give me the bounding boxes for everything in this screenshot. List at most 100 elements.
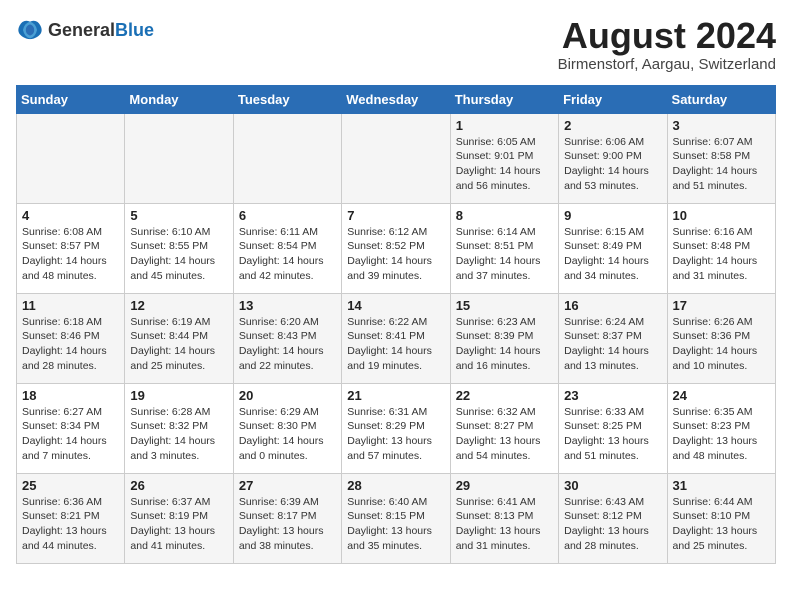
day-number: 12 [130, 298, 227, 313]
header-day-sunday: Sunday [17, 85, 125, 113]
cell-content: Sunset: 8:54 PM [239, 239, 336, 254]
day-number: 15 [456, 298, 553, 313]
day-number: 9 [564, 208, 661, 223]
calendar-cell [342, 113, 450, 203]
cell-content: Sunrise: 6:28 AM [130, 405, 227, 420]
calendar-cell [17, 113, 125, 203]
day-number: 27 [239, 478, 336, 493]
cell-content: Daylight: 14 hours and 19 minutes. [347, 344, 444, 373]
cell-content: Daylight: 14 hours and 42 minutes. [239, 254, 336, 283]
cell-content: Sunrise: 6:44 AM [673, 495, 770, 510]
calendar-cell: 15Sunrise: 6:23 AMSunset: 8:39 PMDayligh… [450, 293, 558, 383]
week-row-3: 11Sunrise: 6:18 AMSunset: 8:46 PMDayligh… [17, 293, 776, 383]
cell-content: Sunrise: 6:11 AM [239, 225, 336, 240]
cell-content: Daylight: 14 hours and 34 minutes. [564, 254, 661, 283]
day-number: 21 [347, 388, 444, 403]
cell-content: Sunrise: 6:16 AM [673, 225, 770, 240]
cell-content: Sunset: 8:58 PM [673, 149, 770, 164]
cell-content: Daylight: 14 hours and 22 minutes. [239, 344, 336, 373]
day-number: 17 [673, 298, 770, 313]
week-row-1: 1Sunrise: 6:05 AMSunset: 9:01 PMDaylight… [17, 113, 776, 203]
day-number: 19 [130, 388, 227, 403]
cell-content: Sunset: 8:36 PM [673, 329, 770, 344]
cell-content: Daylight: 14 hours and 56 minutes. [456, 164, 553, 193]
cell-content: Daylight: 14 hours and 7 minutes. [22, 434, 119, 463]
cell-content: Daylight: 13 hours and 48 minutes. [673, 434, 770, 463]
cell-content: Sunrise: 6:26 AM [673, 315, 770, 330]
title-block: August 2024 Birmenstorf, Aargau, Switzer… [558, 16, 776, 73]
cell-content: Sunrise: 6:10 AM [130, 225, 227, 240]
cell-content: Sunrise: 6:33 AM [564, 405, 661, 420]
day-number: 14 [347, 298, 444, 313]
day-number: 20 [239, 388, 336, 403]
cell-content: Sunset: 8:19 PM [130, 509, 227, 524]
cell-content: Sunset: 8:15 PM [347, 509, 444, 524]
day-number: 13 [239, 298, 336, 313]
calendar-cell: 21Sunrise: 6:31 AMSunset: 8:29 PMDayligh… [342, 383, 450, 473]
calendar-cell [125, 113, 233, 203]
cell-content: Sunrise: 6:06 AM [564, 135, 661, 150]
day-number: 23 [564, 388, 661, 403]
day-number: 29 [456, 478, 553, 493]
cell-content: Sunset: 8:41 PM [347, 329, 444, 344]
calendar-cell: 25Sunrise: 6:36 AMSunset: 8:21 PMDayligh… [17, 473, 125, 563]
cell-content: Sunset: 8:23 PM [673, 419, 770, 434]
calendar-cell: 30Sunrise: 6:43 AMSunset: 8:12 PMDayligh… [559, 473, 667, 563]
calendar-cell: 7Sunrise: 6:12 AMSunset: 8:52 PMDaylight… [342, 203, 450, 293]
calendar-cell: 18Sunrise: 6:27 AMSunset: 8:34 PMDayligh… [17, 383, 125, 473]
calendar-cell: 8Sunrise: 6:14 AMSunset: 8:51 PMDaylight… [450, 203, 558, 293]
days-header-row: SundayMondayTuesdayWednesdayThursdayFrid… [17, 85, 776, 113]
calendar-cell: 12Sunrise: 6:19 AMSunset: 8:44 PMDayligh… [125, 293, 233, 383]
cell-content: Sunrise: 6:35 AM [673, 405, 770, 420]
day-number: 4 [22, 208, 119, 223]
calendar-cell [233, 113, 341, 203]
calendar-cell: 9Sunrise: 6:15 AMSunset: 8:49 PMDaylight… [559, 203, 667, 293]
cell-content: Sunset: 8:37 PM [564, 329, 661, 344]
header-day-monday: Monday [125, 85, 233, 113]
calendar-cell: 31Sunrise: 6:44 AMSunset: 8:10 PMDayligh… [667, 473, 775, 563]
cell-content: Daylight: 13 hours and 28 minutes. [564, 524, 661, 553]
week-row-5: 25Sunrise: 6:36 AMSunset: 8:21 PMDayligh… [17, 473, 776, 563]
cell-content: Daylight: 14 hours and 48 minutes. [22, 254, 119, 283]
cell-content: Sunset: 9:01 PM [456, 149, 553, 164]
cell-content: Sunset: 8:51 PM [456, 239, 553, 254]
header-day-saturday: Saturday [667, 85, 775, 113]
cell-content: Daylight: 13 hours and 54 minutes. [456, 434, 553, 463]
cell-content: Sunset: 8:46 PM [22, 329, 119, 344]
calendar-cell: 16Sunrise: 6:24 AMSunset: 8:37 PMDayligh… [559, 293, 667, 383]
day-number: 16 [564, 298, 661, 313]
cell-content: Sunset: 8:48 PM [673, 239, 770, 254]
calendar-cell: 26Sunrise: 6:37 AMSunset: 8:19 PMDayligh… [125, 473, 233, 563]
cell-content: Sunset: 8:30 PM [239, 419, 336, 434]
location-subtitle: Birmenstorf, Aargau, Switzerland [558, 56, 776, 73]
cell-content: Daylight: 14 hours and 25 minutes. [130, 344, 227, 373]
calendar-cell: 20Sunrise: 6:29 AMSunset: 8:30 PMDayligh… [233, 383, 341, 473]
cell-content: Daylight: 14 hours and 10 minutes. [673, 344, 770, 373]
calendar-cell: 22Sunrise: 6:32 AMSunset: 8:27 PMDayligh… [450, 383, 558, 473]
cell-content: Sunrise: 6:08 AM [22, 225, 119, 240]
header-day-thursday: Thursday [450, 85, 558, 113]
day-number: 25 [22, 478, 119, 493]
calendar-cell: 11Sunrise: 6:18 AMSunset: 8:46 PMDayligh… [17, 293, 125, 383]
cell-content: Daylight: 14 hours and 31 minutes. [673, 254, 770, 283]
cell-content: Sunrise: 6:31 AM [347, 405, 444, 420]
logo-icon [16, 16, 44, 44]
cell-content: Sunrise: 6:27 AM [22, 405, 119, 420]
cell-content: Sunset: 9:00 PM [564, 149, 661, 164]
cell-content: Sunset: 8:13 PM [456, 509, 553, 524]
cell-content: Daylight: 14 hours and 53 minutes. [564, 164, 661, 193]
day-number: 22 [456, 388, 553, 403]
cell-content: Daylight: 13 hours and 57 minutes. [347, 434, 444, 463]
cell-content: Sunrise: 6:07 AM [673, 135, 770, 150]
calendar-cell: 27Sunrise: 6:39 AMSunset: 8:17 PMDayligh… [233, 473, 341, 563]
calendar-cell: 17 Sunrise: 6:26 AMSunset: 8:36 PMDayligh… [667, 293, 775, 383]
cell-content: Sunset: 8:55 PM [130, 239, 227, 254]
cell-content: Sunrise: 6:19 AM [130, 315, 227, 330]
cell-content: Sunrise: 6:20 AM [239, 315, 336, 330]
cell-content: Sunrise: 6:32 AM [456, 405, 553, 420]
calendar-cell: 23Sunrise: 6:33 AMSunset: 8:25 PMDayligh… [559, 383, 667, 473]
day-number: 7 [347, 208, 444, 223]
cell-content: Daylight: 14 hours and 39 minutes. [347, 254, 444, 283]
header-day-wednesday: Wednesday [342, 85, 450, 113]
cell-content: Sunrise: 6:41 AM [456, 495, 553, 510]
